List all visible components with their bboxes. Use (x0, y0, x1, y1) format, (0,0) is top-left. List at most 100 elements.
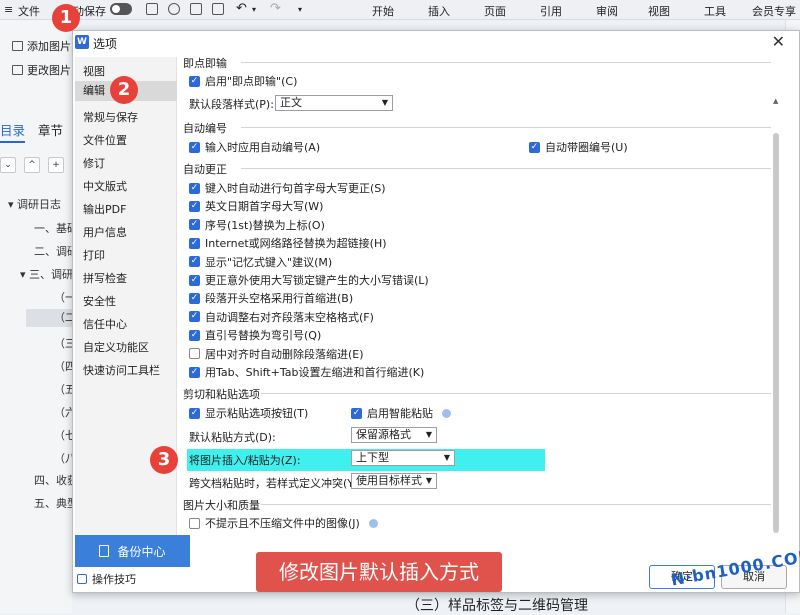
nav-item-custom-ribbon[interactable]: 自定义功能区 (83, 339, 149, 355)
nav-item-file-location[interactable]: 文件位置 (83, 132, 127, 148)
redo-icon[interactable]: ↷ (270, 1, 281, 16)
undo-dropdown-icon[interactable]: ▾ (252, 5, 256, 14)
checkbox-box[interactable]: ✓ (189, 311, 200, 323)
default-style-select[interactable]: 正文 ▼ (275, 95, 393, 111)
nav-item-view[interactable]: 视图 (83, 63, 105, 79)
tab-member[interactable]: 会员专享 (752, 3, 796, 19)
nav-item-quick-access[interactable]: 快速访问工具栏 (83, 362, 160, 378)
options-dialog: W 选项 ✕ 视图 编辑 常规与保存 文件位置 修订 中文版式 输出PDF 用户… (72, 30, 800, 593)
checkbox-autocorrect[interactable]: ✓ 用Tab、Shift+Tab设置左缩进和首行缩进(K) (189, 364, 424, 380)
help-icon[interactable] (442, 408, 451, 418)
step-marker-2: 2 (110, 76, 138, 104)
checkbox-label: 居中对齐时自动删除段落缩进(E) (205, 347, 364, 361)
checkbox-autocorrect[interactable]: ✓ Internet或网络路径替换为超链接(H) (189, 235, 387, 251)
insert-image-select[interactable]: 上下型 ▼ (351, 450, 455, 466)
checkbox-box[interactable]: ✓ (189, 200, 200, 212)
scrollbar[interactable]: ▲ (773, 71, 779, 533)
checkbox-box[interactable] (189, 348, 200, 360)
section-title: 自动更正 (183, 163, 227, 176)
tree-item[interactable]: ▾ 三、调研 (20, 266, 73, 282)
change-image-button[interactable]: 更改图片 (12, 62, 71, 78)
nav-item-user-info[interactable]: 用户信息 (83, 224, 127, 240)
checkbox-box[interactable]: ✓ (189, 329, 200, 341)
tab-page[interactable]: 页面 (484, 3, 506, 19)
undo-icon[interactable]: ↶ (236, 1, 247, 16)
checkbox-autocorrect[interactable]: ✓ 段落开头空格采用行首缩进(B) (189, 290, 353, 306)
tab-review[interactable]: 审阅 (596, 3, 618, 19)
format-painter-icon[interactable] (168, 3, 180, 15)
checkbox-autocorrect[interactable]: 居中对齐时自动删除段落缩进(E) (189, 346, 364, 362)
autosave-toggle[interactable] (110, 3, 132, 15)
dialog-title: 选项 (93, 37, 118, 51)
nav-item-trust-center[interactable]: 信任中心 (83, 316, 127, 332)
print-icon[interactable] (190, 3, 202, 15)
step-marker-1: 1 (52, 4, 80, 32)
scroll-up-icon[interactable]: ▲ (773, 97, 778, 105)
close-icon[interactable]: ✕ (772, 32, 785, 51)
nav-item-print[interactable]: 打印 (83, 247, 105, 263)
menu-icon[interactable]: ≡ (4, 3, 13, 16)
checkbox-box[interactable]: ✓ (189, 366, 200, 378)
cross-doc-select[interactable]: 使用目标样式 ▼ (351, 473, 437, 489)
checkbox-label: 英文日期首字母大写(W) (205, 200, 324, 214)
checkbox-label: 更正意外使用大写锁定键产生的大小写错误(L) (205, 274, 429, 287)
tips-link[interactable]: 操作技巧 (77, 571, 136, 587)
checkbox-no-compress[interactable]: 不提示且不压缩文件中的图像(J) (189, 515, 378, 531)
help-icon[interactable] (368, 518, 378, 528)
checkbox-autocorrect[interactable]: ✓ 更正意外使用大写锁定键产生的大小写错误(L) (189, 272, 429, 288)
tab-toc[interactable]: 目录 (0, 120, 26, 143)
checkbox-label: 段落开头空格采用行首缩进(B) (205, 292, 354, 306)
scrollbar-thumb[interactable] (773, 133, 779, 533)
file-menu[interactable]: 文件 (18, 3, 40, 19)
collapse-icon[interactable]: ⌄ (0, 157, 16, 173)
tree-item[interactable]: ▾ 调研日志 (8, 196, 61, 212)
tab-tools[interactable]: 工具 (704, 3, 726, 19)
more-icon[interactable]: ▾ (298, 5, 302, 14)
tab-reference[interactable]: 引用 (540, 3, 562, 19)
checkbox-autocorrect[interactable]: ✓ 显示"记忆式键入"建议(M) (189, 254, 332, 270)
checkbox-label: 直引号替换为弯引号(Q) (205, 329, 322, 343)
default-paste-select[interactable]: 保留源格式 ▼ (351, 427, 437, 443)
checkbox-box[interactable]: ✓ (189, 237, 200, 249)
cross-doc-label: 跨文档粘贴时，若样式定义冲突(Y): (189, 477, 363, 490)
backup-icon (99, 545, 110, 557)
wps-logo-icon: W (75, 35, 89, 49)
checkbox-box[interactable]: ✓ (189, 256, 200, 268)
nav-item-spellcheck[interactable]: 拼写检查 (83, 270, 127, 286)
checkbox-instant-input[interactable]: ✓ 启用"即点即输"(C) (189, 73, 297, 89)
image-icon (12, 41, 23, 51)
tab-chapter[interactable]: 章节 (38, 120, 63, 139)
checkbox-circle-number[interactable]: ✓ 自动带圈编号(U) (529, 139, 628, 155)
checkbox-autocorrect[interactable]: ✓ 键入时自动进行句首字母大写更正(S) (189, 180, 386, 196)
checkbox-autocorrect[interactable]: ✓ 英文日期首字母大写(W) (189, 198, 323, 214)
checkbox-show-paste-button[interactable]: ✓ 显示粘贴选项按钮(T) (189, 405, 308, 421)
tree-item-selected[interactable]: （二 (26, 309, 76, 327)
checkbox-label: 自动调整右对齐段落末空格格式(F) (205, 310, 374, 324)
tab-insert[interactable]: 插入 (428, 3, 450, 19)
checkbox-auto-number[interactable]: ✓ 输入时应用自动编号(A) (189, 139, 320, 155)
checkbox-box[interactable]: ✓ (189, 219, 200, 231)
tab-view[interactable]: 视图 (648, 3, 670, 19)
checkbox-box[interactable]: ✓ (189, 292, 200, 304)
nav-item-chinese-layout[interactable]: 中文版式 (83, 178, 127, 194)
checkbox-autocorrect[interactable]: ✓ 序号(1st)替换为上标(O) (189, 217, 325, 233)
checkbox-smart-paste[interactable]: ✓ 启用智能粘贴 (351, 405, 451, 421)
nav-up-button[interactable]: ^ (24, 157, 40, 173)
save-icon[interactable] (146, 3, 158, 15)
add-image-button[interactable]: 添加图片 (12, 38, 71, 54)
checkbox-box[interactable]: ✓ (189, 182, 200, 194)
nav-item-revision[interactable]: 修订 (83, 155, 105, 171)
tab-home[interactable]: 开始 (372, 3, 394, 19)
checkbox-label: 显示"记忆式键入"建议(M) (205, 255, 333, 269)
print-preview-icon[interactable] (212, 3, 224, 15)
section-title: 图片大小和质量 (183, 499, 260, 512)
nav-add-button[interactable]: + (48, 157, 64, 173)
document-heading: （三）样品标签与二维码管理 (406, 598, 588, 614)
backup-center-button[interactable]: 备份中心 (75, 535, 190, 567)
checkbox-autocorrect[interactable]: ✓ 直引号替换为弯引号(Q) (189, 327, 321, 343)
nav-item-security[interactable]: 安全性 (83, 293, 116, 309)
checkbox-autocorrect[interactable]: ✓ 自动调整右对齐段落末空格格式(F) (189, 309, 374, 325)
nav-item-general-save[interactable]: 常规与保存 (83, 109, 138, 125)
checkbox-box[interactable]: ✓ (189, 274, 200, 286)
nav-item-export-pdf[interactable]: 输出PDF (83, 201, 126, 217)
